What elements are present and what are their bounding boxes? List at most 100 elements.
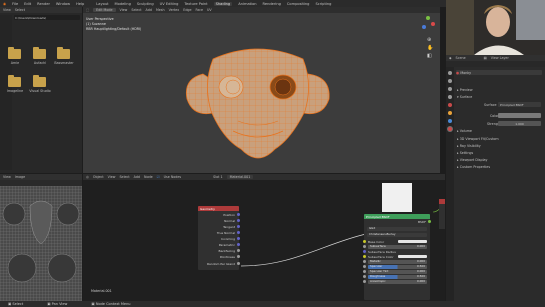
pan-icon[interactable]: ✋ <box>427 45 433 51</box>
material-output-node[interactable] <box>439 199 445 229</box>
subsurface-color-socket[interactable] <box>363 255 366 258</box>
editor-type-icon[interactable]: ⬚ <box>86 8 89 12</box>
uv-editor[interactable]: View Image <box>0 174 82 301</box>
section-surface[interactable]: ▾ Surface <box>457 95 472 99</box>
workspace-tab-shading[interactable]: Shading <box>213 1 233 6</box>
menu-window[interactable]: Window <box>56 2 70 6</box>
modifier-tab-icon[interactable] <box>448 119 452 123</box>
uv-menu-image[interactable]: Image <box>15 175 25 179</box>
node-editor[interactable]: ◎ Object View Select Add Node ☑ Use Node… <box>83 174 445 301</box>
material-tab-icon[interactable] <box>448 127 452 131</box>
bsdf-output-socket[interactable] <box>428 220 431 223</box>
uv-menu-view[interactable]: View <box>3 175 11 179</box>
folder-label-imageline[interactable]: Imageline <box>4 89 26 93</box>
geometry-socket[interactable] <box>237 255 240 258</box>
axis-y-icon[interactable] <box>426 16 430 20</box>
folder-icon[interactable] <box>33 75 46 87</box>
viewport-menu-edge[interactable]: Edge <box>183 8 191 12</box>
subsurface-method-dropdown[interactable]: Christensen-Burley <box>367 232 427 237</box>
subsurface-color-field[interactable] <box>398 255 427 259</box>
object-tab-icon[interactable] <box>448 111 452 115</box>
section-preview[interactable]: ▸ Preview <box>457 88 473 92</box>
zoom-icon[interactable]: ⊕ <box>427 37 431 43</box>
section-settings[interactable]: ▸ Settings <box>457 151 473 155</box>
section-custom-properties[interactable]: ▸ Custom Properties <box>457 165 490 169</box>
subsurface-radius-socket[interactable] <box>363 250 366 253</box>
axis-z-icon[interactable] <box>422 25 426 29</box>
workspace-tab-layout[interactable]: Layout <box>96 2 108 6</box>
subsurface-slider[interactable]: Subsurface 0.000 <box>368 244 427 249</box>
navigation-gizmo[interactable] <box>419 15 437 33</box>
geometry-socket[interactable] <box>237 231 240 234</box>
anisotropic-socket[interactable] <box>363 280 366 283</box>
geometry-socket[interactable] <box>237 262 240 265</box>
folder-label-bassmaster[interactable]: Bassmaster <box>53 61 75 65</box>
menu-render[interactable]: Render <box>37 2 50 6</box>
workspace-tab-compositing[interactable]: Compositing <box>287 2 310 6</box>
specular-tint-socket[interactable] <box>363 270 366 273</box>
distribution-dropdown[interactable]: GGX <box>367 226 427 231</box>
geometry-socket[interactable] <box>237 225 240 228</box>
folder-icon[interactable] <box>33 47 46 59</box>
menu-file[interactable]: File <box>12 2 18 6</box>
subsurface-socket[interactable] <box>363 245 366 248</box>
geometry-socket[interactable] <box>237 219 240 222</box>
blender-logo-icon[interactable]: ◉ <box>3 2 6 6</box>
geometry-socket[interactable] <box>237 213 240 216</box>
render-tab-icon[interactable] <box>448 79 452 83</box>
geometry-socket[interactable] <box>237 249 240 252</box>
geometry-node-header[interactable]: Geometry <box>198 206 239 211</box>
file-browser-path-field[interactable]: C:\Users\Downloads\ <box>14 15 80 20</box>
workspace-tab-uv-editing[interactable]: UV Editing <box>160 2 179 6</box>
viewport-menu-select[interactable]: Select <box>131 8 141 12</box>
bsdf-node-header[interactable]: Principled BSDF <box>364 214 430 219</box>
camera-icon[interactable]: ◧ <box>427 53 432 59</box>
tool-tab-icon[interactable] <box>448 71 452 75</box>
material-output-header[interactable] <box>439 199 445 204</box>
scene-label[interactable]: Scene <box>456 56 466 60</box>
folder-label-aufachl[interactable]: Aufachl <box>29 61 51 65</box>
viewport-menu-face[interactable]: Face <box>196 8 203 12</box>
workspace-tab-rendering[interactable]: Rendering <box>263 2 281 6</box>
scene-tab-icon[interactable] <box>448 95 452 99</box>
section-volume[interactable]: ▸ Volume <box>457 129 472 133</box>
geometry-node[interactable]: Geometry Position Normal Tangent True No… <box>198 206 240 270</box>
principled-bsdf-node[interactable]: Principled BSDF BSDF GGX Christensen-Bur… <box>363 214 431 300</box>
specular-socket[interactable] <box>363 265 366 268</box>
geometry-socket[interactable] <box>237 243 240 246</box>
folder-icon[interactable] <box>57 47 70 59</box>
workspace-tab-modeling[interactable]: Modeling <box>115 2 131 6</box>
roughness-socket[interactable] <box>363 275 366 278</box>
folder-label-amie[interactable]: Amie <box>4 61 26 65</box>
folder-label-visual-studio[interactable]: Visual Studio <box>29 89 51 93</box>
axis-x-icon[interactable] <box>431 22 435 26</box>
base-color-field[interactable] <box>398 240 427 244</box>
workspace-tab-scripting[interactable]: Scripting <box>315 2 331 6</box>
uv-map-canvas[interactable] <box>0 186 82 301</box>
viewport-menu-mesh[interactable]: Mesh <box>156 8 165 12</box>
viewport-menu-view[interactable]: View <box>120 8 128 12</box>
section-viewport-display[interactable]: ▸ Viewport Display <box>457 158 488 162</box>
file-browser-menu-select[interactable]: Select <box>15 8 25 12</box>
workspace-tab-sculpting[interactable]: Sculpting <box>137 2 154 6</box>
menu-edit[interactable]: Edit <box>24 2 31 6</box>
folder-icon[interactable] <box>8 47 21 59</box>
suzanne-mesh[interactable] <box>183 39 333 174</box>
anisotropic-slider[interactable]: Anisotropic 0.000 <box>368 279 427 284</box>
section-ray-visibility[interactable]: ▸ Ray Visibility <box>457 144 481 148</box>
mode-dropdown[interactable]: Edit Mode <box>93 8 116 12</box>
geometry-socket[interactable] <box>237 237 240 240</box>
surface-shader-field[interactable]: Principled BSDF <box>498 102 541 107</box>
viewport-menu-vertex[interactable]: Vertex <box>169 8 180 12</box>
folder-icon[interactable] <box>8 75 21 87</box>
strength-field[interactable]: 1.000 <box>498 121 541 126</box>
base-color-swatch[interactable] <box>498 113 541 118</box>
viewport-3d[interactable]: ⬚ Edit Mode View Select Add Mesh Vertex … <box>83 7 440 173</box>
workspace-tab-texture-paint[interactable]: Texture Paint <box>184 2 207 6</box>
menu-help[interactable]: Help <box>76 2 84 6</box>
section-viewport-fit[interactable]: ▸ 3D Viewport Fit/Custom <box>457 137 499 141</box>
viewport-menu-add[interactable]: Add <box>146 8 152 12</box>
viewport-menu-uv[interactable]: UV <box>207 8 212 12</box>
world-tab-icon[interactable] <box>448 103 452 107</box>
view-layer-label[interactable]: View Layer <box>491 56 509 60</box>
